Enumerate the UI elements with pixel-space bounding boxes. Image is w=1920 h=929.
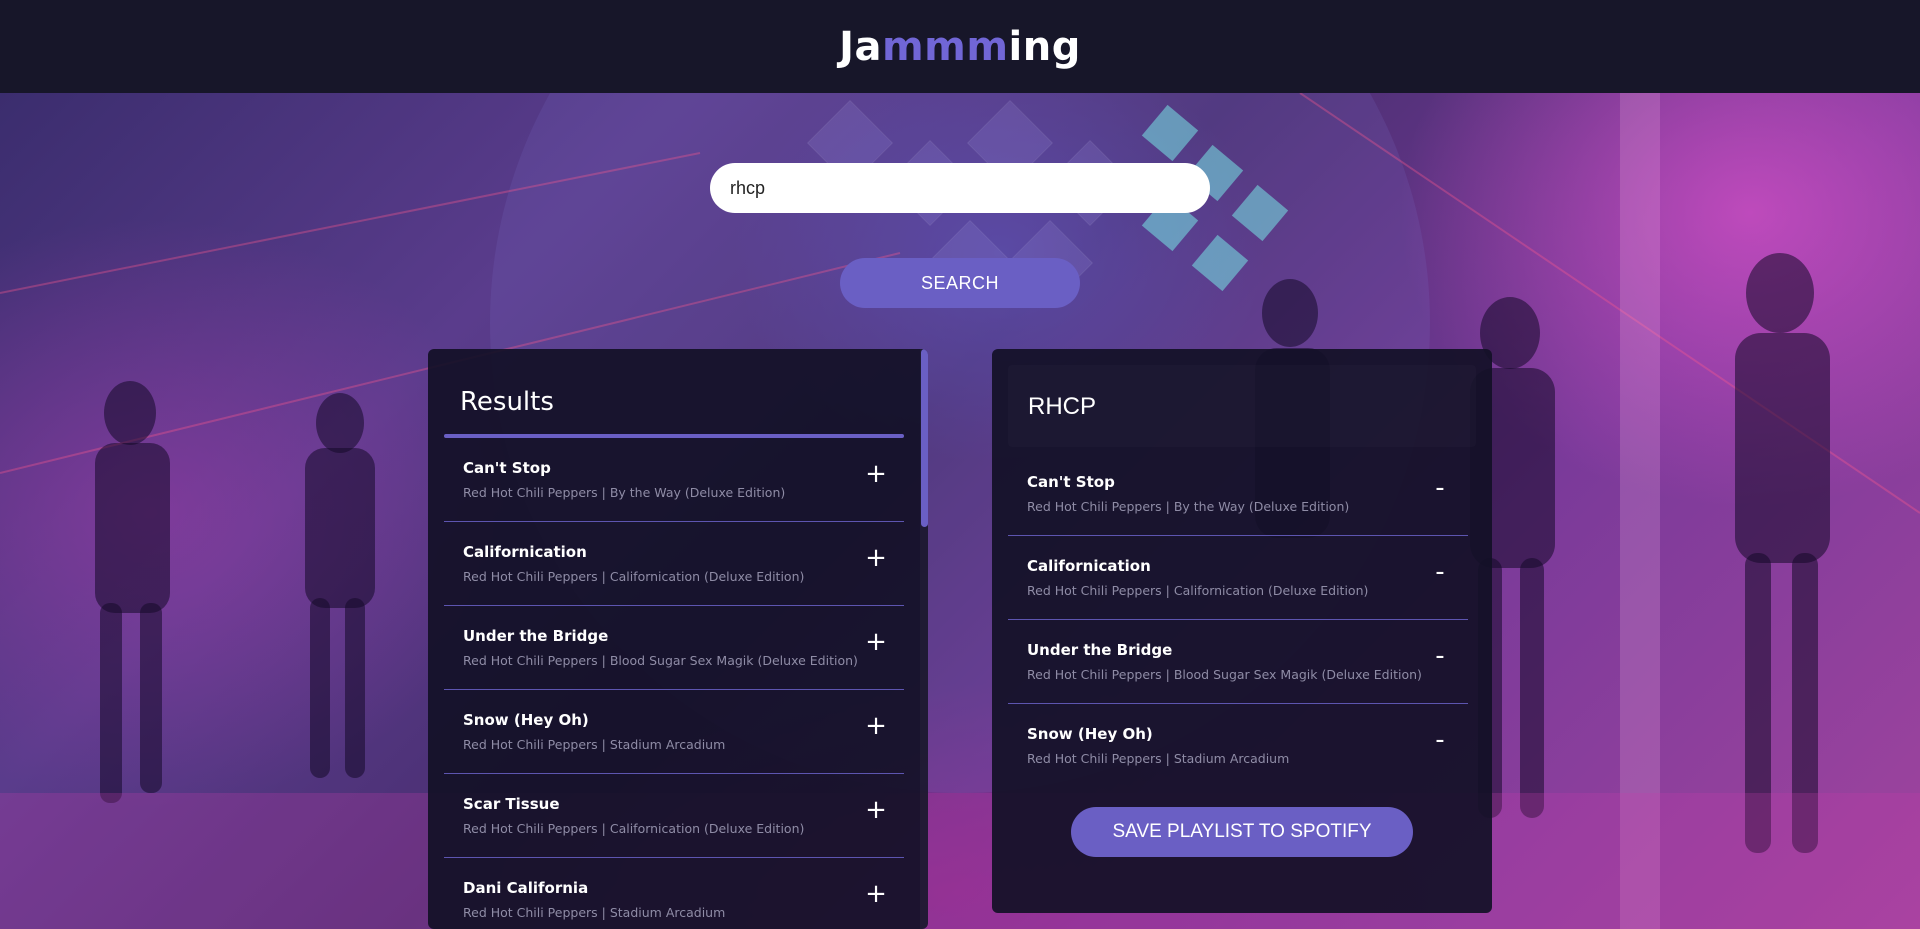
results-scrollbar-thumb[interactable] xyxy=(921,349,928,527)
results-panel: Results Can't Stop Red Hot Chili Peppers… xyxy=(428,349,928,929)
result-track-row: Dani California Red Hot Chili Peppers | … xyxy=(444,858,904,929)
result-track-row: Under the Bridge Red Hot Chili Peppers |… xyxy=(444,606,904,690)
track-artist-album: Red Hot Chili Peppers | Californication … xyxy=(463,821,805,836)
playlist-track-row: Can't Stop Red Hot Chili Peppers | By th… xyxy=(1008,452,1468,536)
results-title: Results xyxy=(460,387,554,417)
remove-track-button[interactable]: - xyxy=(1426,725,1454,755)
app-logo: Jammming xyxy=(839,24,1081,70)
track-artist-album: Red Hot Chili Peppers | By the Way (Delu… xyxy=(463,485,786,500)
save-playlist-button[interactable]: SAVE PLAYLIST TO SPOTIFY xyxy=(1071,807,1413,857)
track-name: Snow (Hey Oh) xyxy=(1027,725,1153,743)
add-track-button[interactable]: + xyxy=(862,459,890,489)
search-input[interactable] xyxy=(710,163,1210,213)
track-artist-album: Red Hot Chili Peppers | Californication … xyxy=(1027,583,1369,598)
result-track-row: Scar Tissue Red Hot Chili Peppers | Cali… xyxy=(444,774,904,858)
track-name: Scar Tissue xyxy=(463,795,560,813)
add-track-button[interactable]: + xyxy=(862,627,890,657)
remove-track-button[interactable]: - xyxy=(1426,641,1454,671)
result-track-row: Snow (Hey Oh) Red Hot Chili Peppers | St… xyxy=(444,690,904,774)
remove-track-button[interactable]: - xyxy=(1426,473,1454,503)
track-name: Can't Stop xyxy=(463,459,551,477)
track-name: Snow (Hey Oh) xyxy=(463,711,589,729)
results-scrollbar[interactable] xyxy=(920,349,928,929)
playlist-name-input[interactable] xyxy=(1028,393,1428,421)
track-name: Dani California xyxy=(463,879,589,897)
add-track-button[interactable]: + xyxy=(862,879,890,909)
track-artist-album: Red Hot Chili Peppers | Californication … xyxy=(463,569,805,584)
result-track-row: Californication Red Hot Chili Peppers | … xyxy=(444,522,904,606)
track-artist-album: Red Hot Chili Peppers | Blood Sugar Sex … xyxy=(463,653,858,668)
track-name: Under the Bridge xyxy=(1027,641,1173,659)
track-name: Under the Bridge xyxy=(463,627,609,645)
add-track-button[interactable]: + xyxy=(862,795,890,825)
playlist-name-box xyxy=(1008,365,1476,447)
track-artist-album: Red Hot Chili Peppers | Blood Sugar Sex … xyxy=(1027,667,1422,682)
track-name: Can't Stop xyxy=(1027,473,1115,491)
playlist-panel: Can't Stop Red Hot Chili Peppers | By th… xyxy=(992,349,1492,913)
disco-scene-illustration xyxy=(0,93,1920,929)
track-name: Californication xyxy=(1027,557,1151,575)
track-artist-album: Red Hot Chili Peppers | Stadium Arcadium xyxy=(1027,751,1290,766)
background-image xyxy=(0,93,1920,929)
track-artist-album: Red Hot Chili Peppers | Stadium Arcadium xyxy=(463,905,726,920)
add-track-button[interactable]: + xyxy=(862,711,890,741)
logo-text-start: Ja xyxy=(839,23,882,70)
result-track-row: Can't Stop Red Hot Chili Peppers | By th… xyxy=(444,438,904,522)
track-name: Californication xyxy=(463,543,587,561)
track-artist-album: Red Hot Chili Peppers | By the Way (Delu… xyxy=(1027,499,1350,514)
track-artist-album: Red Hot Chili Peppers | Stadium Arcadium xyxy=(463,737,726,752)
remove-track-button[interactable]: - xyxy=(1426,557,1454,587)
logo-text-highlight: mmm xyxy=(882,23,1009,70)
add-track-button[interactable]: + xyxy=(862,543,890,573)
search-button[interactable]: SEARCH xyxy=(840,258,1080,308)
playlist-track-row: Under the Bridge Red Hot Chili Peppers |… xyxy=(1008,620,1468,704)
playlist-track-row: Snow (Hey Oh) Red Hot Chili Peppers | St… xyxy=(1008,704,1468,788)
logo-text-end: ing xyxy=(1008,23,1081,70)
playlist-track-row: Californication Red Hot Chili Peppers | … xyxy=(1008,536,1468,620)
app-header: Jammming xyxy=(0,0,1920,93)
